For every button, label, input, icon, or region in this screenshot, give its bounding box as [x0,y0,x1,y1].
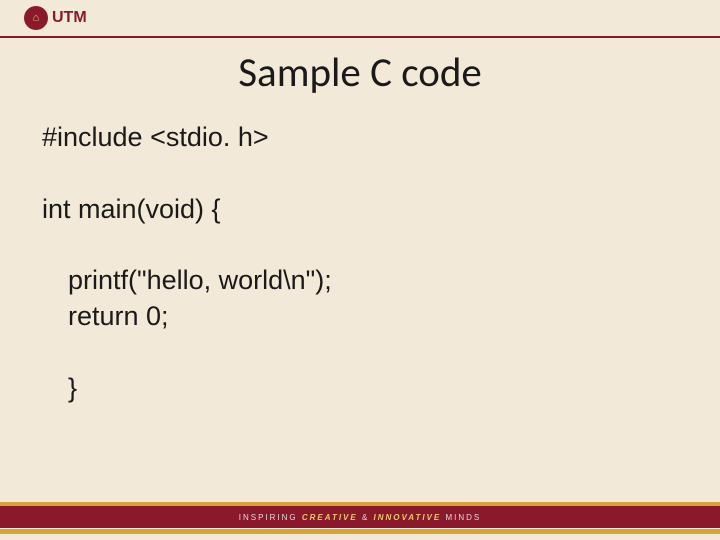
header-rule [0,36,720,38]
slide-title: Sample C code [0,48,720,98]
code-line: printf("hello, world\n"); [42,263,678,299]
code-line: return 0; [42,299,678,335]
logo-seal-icon: ⌂ [24,6,48,30]
footer-tagline: INSPIRING CREATIVE & INNOVATIVE MINDS [239,513,481,522]
footer-accent-bottom [0,529,720,534]
code-line: #include <stdio. h> [42,120,678,156]
code-line: int main(void) { [42,192,678,228]
footer-band: INSPIRING CREATIVE & INNOVATIVE MINDS [0,506,720,528]
utm-logo: ⌂ UTM [24,6,87,30]
code-block: #include <stdio. h> int main(void) { pri… [42,120,678,406]
logo-text: UTM [52,9,87,27]
code-line: } [42,371,678,407]
